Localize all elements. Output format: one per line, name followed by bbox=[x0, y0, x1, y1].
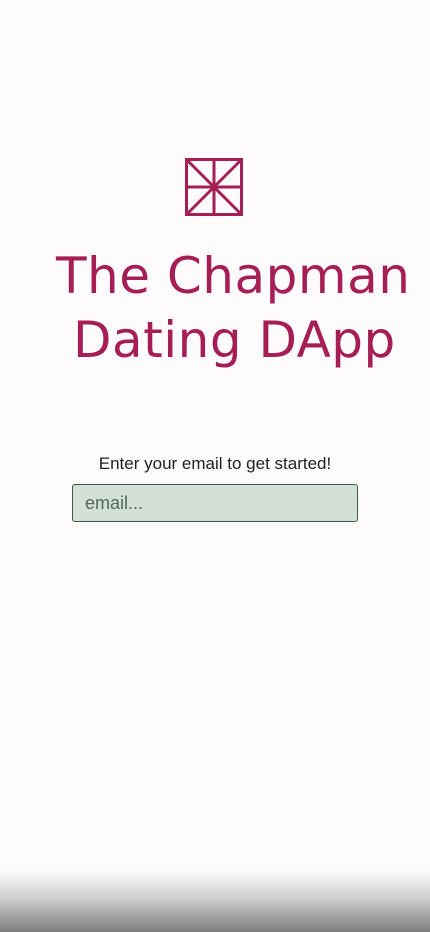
bottom-fade-overlay bbox=[0, 870, 430, 932]
email-prompt-text: Enter your email to get started! bbox=[98, 454, 332, 473]
app-title-line-1: The Chapman bbox=[56, 247, 411, 305]
email-input[interactable] bbox=[72, 484, 358, 522]
app-logo-icon bbox=[185, 158, 243, 216]
app-title: The Chapman Dating DApp bbox=[0, 244, 430, 372]
app-title-line-2: Dating DApp bbox=[73, 311, 396, 369]
